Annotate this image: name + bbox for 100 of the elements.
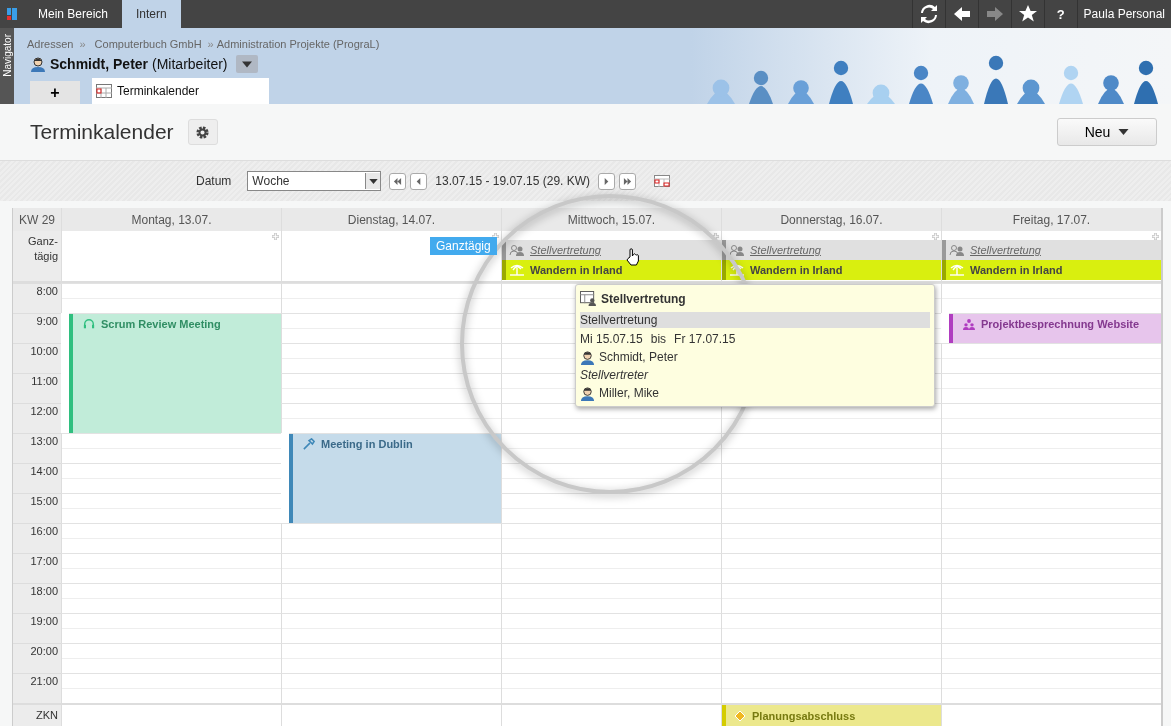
- area-tab[interactable]: Intern: [122, 0, 181, 28]
- time-slot[interactable]: [281, 283, 501, 313]
- time-slot[interactable]: [941, 403, 1161, 433]
- time-slot[interactable]: [501, 613, 721, 643]
- all-day-cell[interactable]: Stellvertretung Wandern in Irland: [501, 231, 721, 283]
- record-menu-button[interactable]: [235, 55, 258, 73]
- time-slot[interactable]: [61, 433, 281, 463]
- all-day-cell[interactable]: Stellvertretung Wandern in Irland: [721, 231, 941, 283]
- time-slot[interactable]: [941, 493, 1161, 523]
- time-slot[interactable]: [941, 523, 1161, 553]
- breadcrumb-link[interactable]: Administration Projekte (PrograL): [216, 38, 380, 50]
- new-button[interactable]: Neu: [1057, 118, 1157, 146]
- area-tab[interactable]: Mein Bereich: [24, 0, 123, 28]
- time-slot[interactable]: [281, 373, 501, 403]
- zkn-cell[interactable]: [61, 703, 281, 726]
- view-select[interactable]: Woche: [247, 171, 382, 191]
- calendar-event[interactable]: Meeting in Dublin: [289, 433, 501, 523]
- time-slot[interactable]: [941, 613, 1161, 643]
- time-slot[interactable]: [281, 613, 501, 643]
- time-slot[interactable]: [281, 553, 501, 583]
- all-day-cell[interactable]: [61, 231, 281, 283]
- previous-button[interactable]: [410, 172, 428, 190]
- breadcrumb-link[interactable]: Computerbuch GmbH: [94, 38, 202, 50]
- time-slot[interactable]: [501, 643, 721, 673]
- time-slot[interactable]: [941, 583, 1161, 613]
- breadcrumb-link[interactable]: Adressen: [27, 38, 74, 50]
- time-slot[interactable]: [721, 493, 941, 523]
- add-icon[interactable]: [272, 233, 279, 240]
- time-slot[interactable]: [61, 283, 281, 313]
- time-slot[interactable]: [721, 523, 941, 553]
- time-slot[interactable]: [501, 523, 721, 553]
- zkn-cell[interactable]: [281, 703, 501, 726]
- settings-button[interactable]: [187, 119, 218, 145]
- time-slot[interactable]: [281, 643, 501, 673]
- person-icon: [580, 385, 595, 401]
- time-slot[interactable]: [61, 463, 281, 493]
- time-slot[interactable]: [941, 343, 1161, 373]
- time-slot[interactable]: [501, 673, 721, 703]
- navigator-tab[interactable]: Navigator: [0, 28, 14, 104]
- time-slot[interactable]: [721, 643, 941, 673]
- time-slot[interactable]: [61, 583, 281, 613]
- time-slot[interactable]: [61, 553, 281, 583]
- time-slot[interactable]: [501, 433, 721, 463]
- time-slot[interactable]: [61, 643, 281, 673]
- event-title: Wandern in Irland: [530, 264, 623, 276]
- time-slot[interactable]: [721, 463, 941, 493]
- first-button[interactable]: [389, 172, 407, 190]
- gear-icon: [195, 124, 211, 140]
- time-slot[interactable]: [501, 553, 721, 583]
- calendar-icon[interactable]: [654, 175, 671, 187]
- time-slot[interactable]: [941, 643, 1161, 673]
- time-slot[interactable]: [501, 463, 721, 493]
- add-icon[interactable]: [712, 233, 719, 240]
- time-slot[interactable]: [721, 433, 941, 463]
- time-slot[interactable]: [941, 553, 1161, 583]
- time-slot[interactable]: [501, 583, 721, 613]
- all-day-event[interactable]: Wandern in Irland: [722, 260, 941, 280]
- add-icon[interactable]: [492, 233, 499, 240]
- all-day-event[interactable]: Wandern in Irland: [502, 260, 721, 280]
- time-slot[interactable]: [61, 523, 281, 553]
- time-slot[interactable]: [941, 463, 1161, 493]
- time-slot[interactable]: [501, 493, 721, 523]
- all-day-event[interactable]: Stellvertretung: [942, 240, 1161, 260]
- time-slot[interactable]: [61, 673, 281, 703]
- time-slot[interactable]: [281, 403, 501, 433]
- hour-label: 15:00: [13, 493, 61, 523]
- add-icon[interactable]: [932, 233, 939, 240]
- time-slot[interactable]: [721, 613, 941, 643]
- event-title: Stellvertretung: [530, 244, 601, 256]
- calendar-event[interactable]: Projektbesprechnung Website: [949, 313, 1161, 343]
- page-tab[interactable]: Terminkalender: [92, 78, 270, 104]
- add-icon[interactable]: [1152, 233, 1159, 240]
- time-slot[interactable]: [721, 583, 941, 613]
- all-day-event[interactable]: Wandern in Irland: [942, 260, 1161, 280]
- time-slot[interactable]: [941, 433, 1161, 463]
- time-slot[interactable]: [281, 523, 501, 553]
- last-button[interactable]: [619, 172, 637, 190]
- zkn-cell[interactable]: [941, 703, 1161, 726]
- hour-label: 18:00: [13, 583, 61, 613]
- all-day-event[interactable]: Stellvertretung: [722, 240, 941, 260]
- caret-icon: [1118, 129, 1130, 135]
- all-day-cell[interactable]: Stellvertretung Wandern in Irland: [941, 231, 1161, 283]
- time-slot[interactable]: [281, 343, 501, 373]
- app-logo-icon[interactable]: [6, 7, 18, 21]
- time-slot[interactable]: [61, 613, 281, 643]
- time-slot[interactable]: [941, 373, 1161, 403]
- next-button[interactable]: [598, 172, 616, 190]
- time-slot[interactable]: [61, 493, 281, 523]
- time-slot[interactable]: [281, 673, 501, 703]
- milestone-event[interactable]: Planungsabschluss: [721, 703, 941, 726]
- time-slot[interactable]: [281, 313, 501, 343]
- time-slot[interactable]: [721, 673, 941, 703]
- zkn-cell[interactable]: [501, 703, 721, 726]
- time-slot[interactable]: [941, 673, 1161, 703]
- time-slot[interactable]: [281, 583, 501, 613]
- time-slot[interactable]: [941, 283, 1161, 313]
- time-slot[interactable]: [721, 553, 941, 583]
- time-slot[interactable]: [501, 403, 721, 433]
- add-tab-button[interactable]: +: [30, 81, 80, 104]
- all-day-event[interactable]: Stellvertretung: [502, 240, 721, 260]
